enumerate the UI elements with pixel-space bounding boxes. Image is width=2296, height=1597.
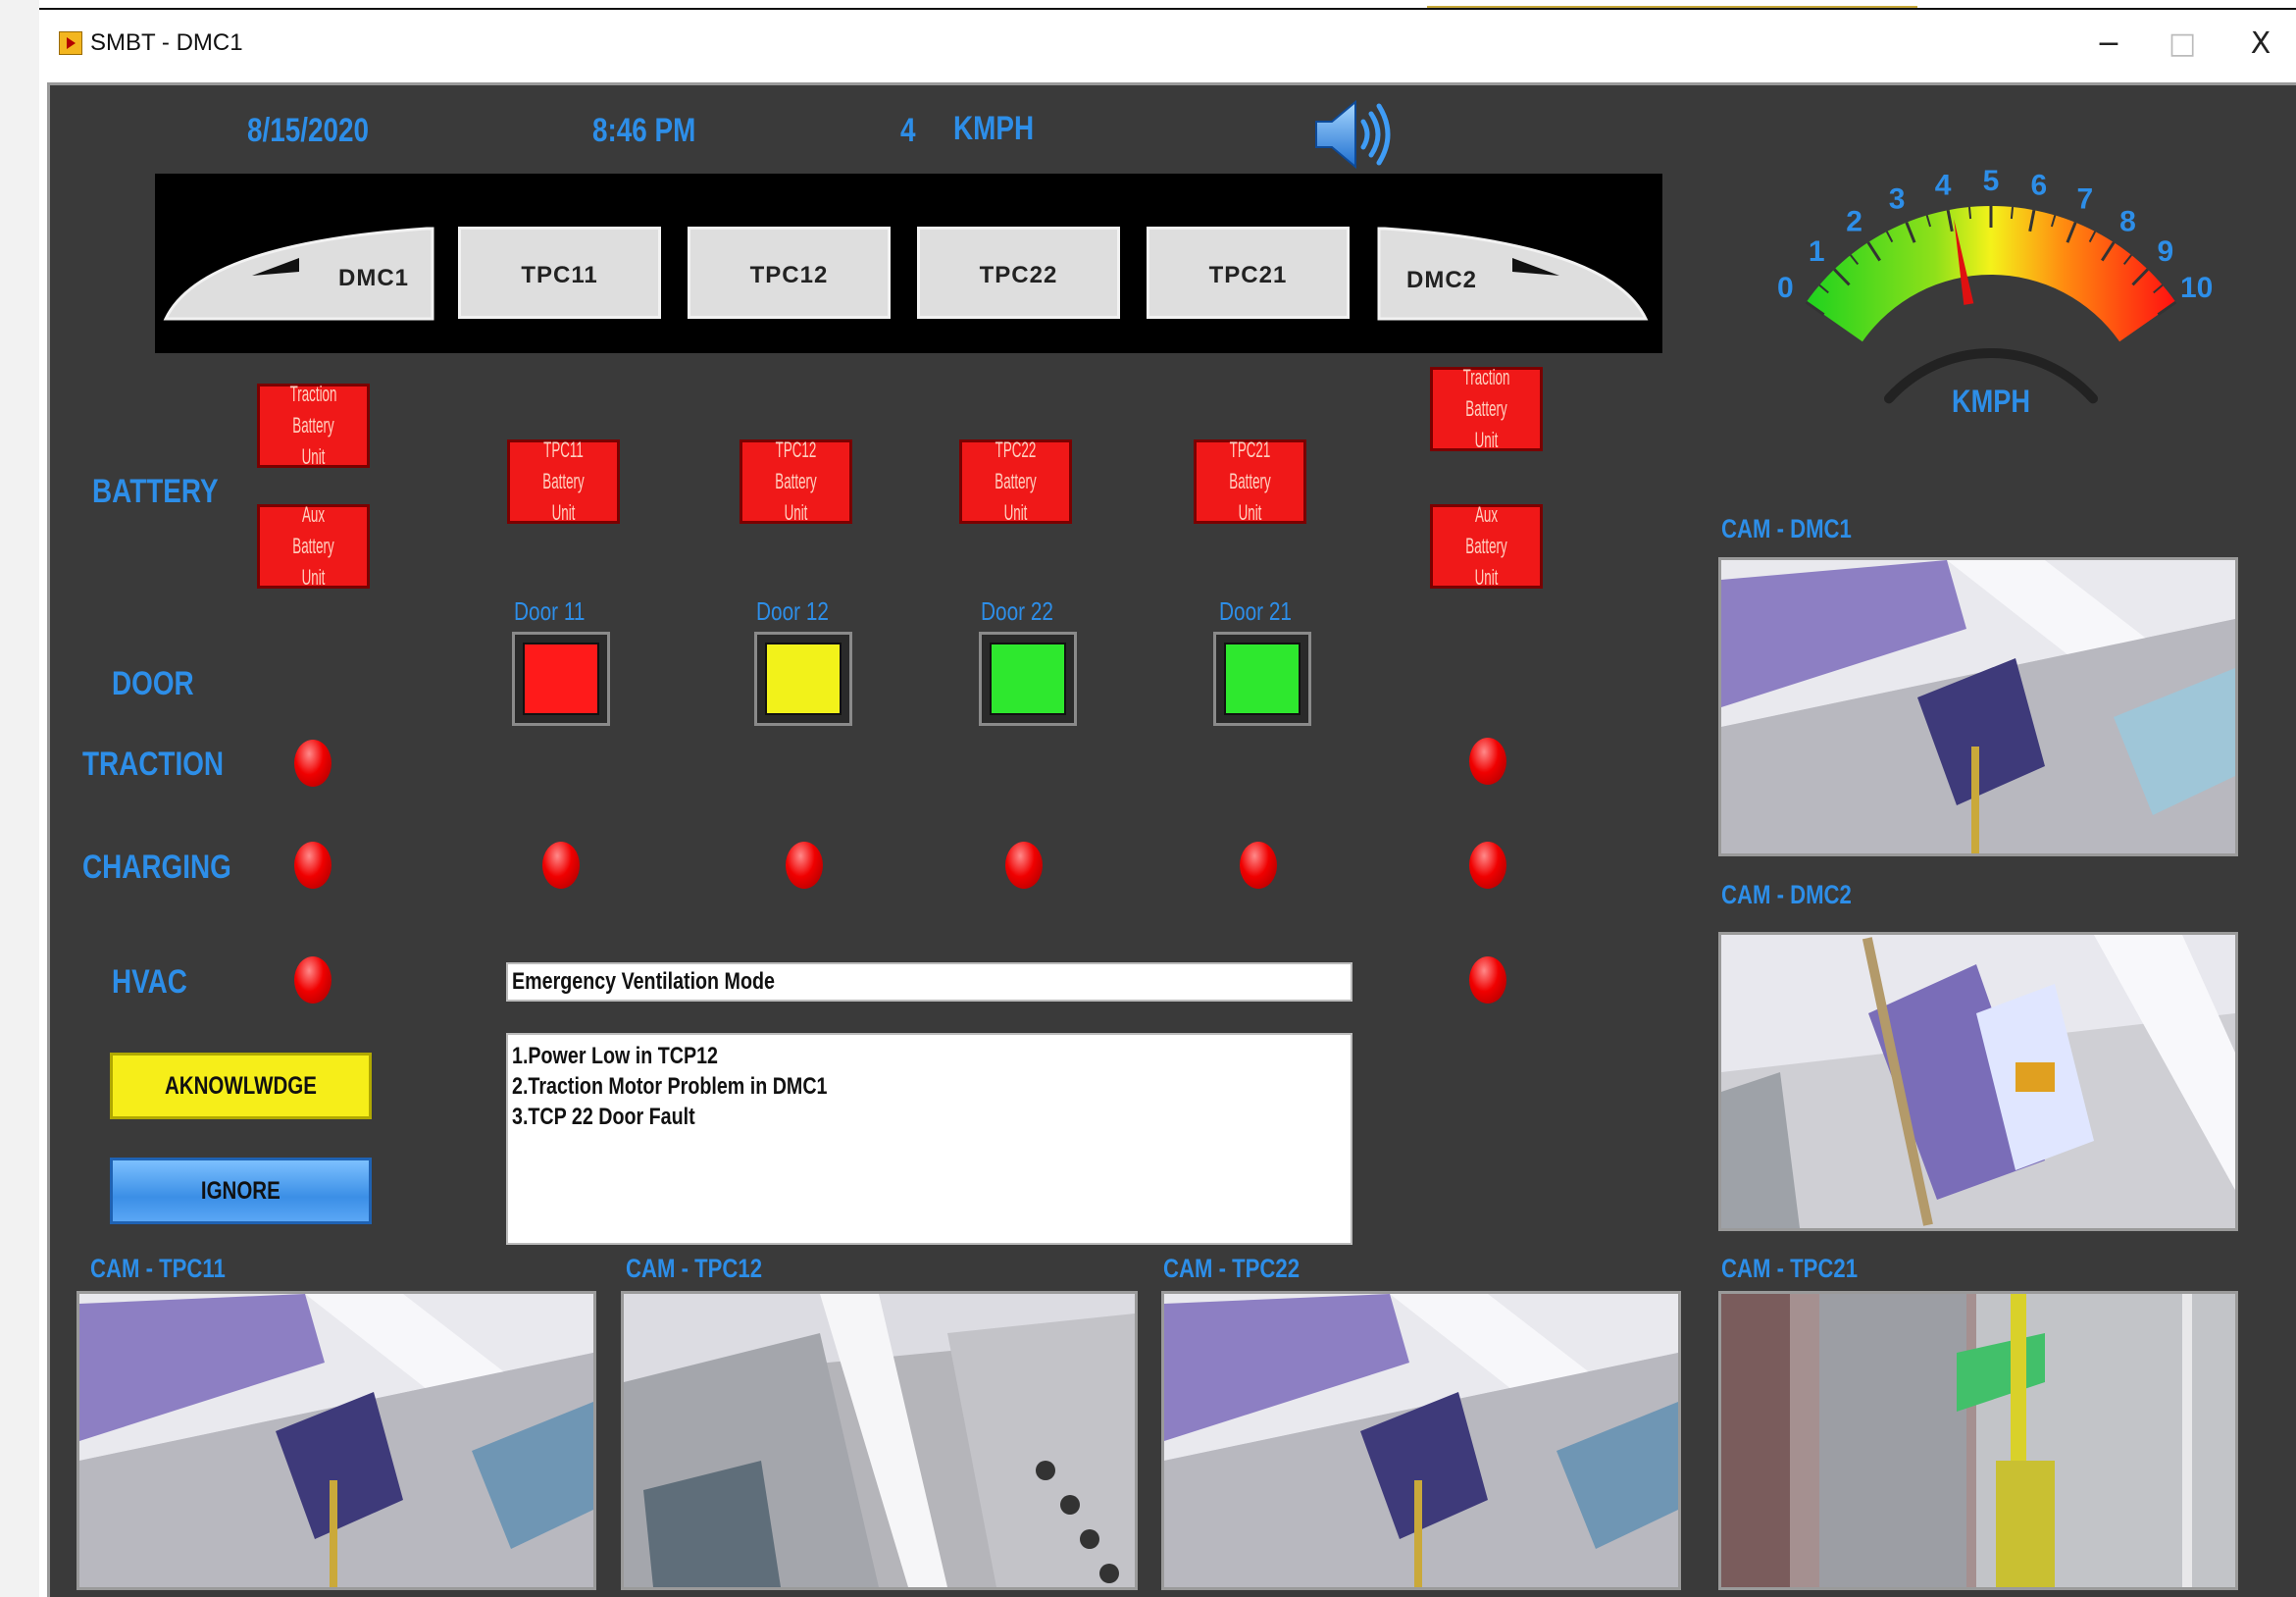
tpc21-charging-indicator bbox=[1240, 842, 1277, 889]
cam-tpc21-feed[interactable] bbox=[1718, 1291, 2238, 1590]
dmc2-traction-battery-button[interactable]: Traction Battery Unit bbox=[1430, 365, 1543, 452]
speed-unit: KMPH bbox=[953, 110, 1035, 147]
dmc1-charging-indicator bbox=[294, 842, 332, 889]
door-21-lamp bbox=[1224, 643, 1301, 715]
alarm-item: 2.Traction Motor Problem in DMC1 bbox=[512, 1073, 828, 1100]
cam-dmc1-feed[interactable] bbox=[1718, 557, 2238, 856]
gauge-unit-label: KMPH bbox=[1952, 385, 2030, 420]
gauge-tick-label: 6 bbox=[2031, 170, 2048, 202]
gauge-tick bbox=[1967, 206, 1972, 220]
gauge-tick-label: 1 bbox=[1809, 235, 1825, 268]
alarm-item: 3.TCP 22 Door Fault bbox=[512, 1104, 695, 1130]
door-21-label: Door 21 bbox=[1219, 596, 1292, 626]
cam-tpc22-label: CAM - TPC22 bbox=[1163, 1254, 1301, 1283]
tpc22-battery-button[interactable]: TPC22 Battery Unit bbox=[959, 438, 1072, 525]
time-display: 8:46 PM bbox=[592, 112, 696, 149]
gauge-tick-label: 0 bbox=[1777, 272, 1794, 304]
door-22-label: Door 22 bbox=[981, 596, 1053, 626]
gauge-tick-label: 9 bbox=[2157, 235, 2173, 268]
gauge-tick bbox=[2010, 206, 2015, 220]
tpc12-charging-indicator bbox=[786, 842, 823, 889]
window-title: SMBT - DMC1 bbox=[90, 29, 243, 56]
tpc11-charging-indicator bbox=[542, 842, 580, 889]
tpc12-battery-button[interactable]: TPC12 Battery Unit bbox=[740, 438, 852, 525]
mode-status-field: Emergency Ventilation Mode bbox=[506, 962, 1352, 1002]
door-11-label: Door 11 bbox=[514, 596, 586, 626]
charging-row-label: CHARGING bbox=[82, 849, 231, 886]
door-22-indicator[interactable] bbox=[979, 632, 1077, 726]
speaker-volume-icon[interactable] bbox=[1312, 94, 1395, 180]
tpc21-battery-button[interactable]: TPC21 Battery Unit bbox=[1194, 438, 1306, 525]
door-12-indicator[interactable] bbox=[754, 632, 852, 726]
dmc1-hvac-indicator bbox=[294, 956, 332, 1004]
cam-tpc11-feed[interactable] bbox=[77, 1291, 596, 1590]
speed-gauge: 0123 4 5 6 78910 KMPH bbox=[1777, 165, 2213, 420]
door-22-lamp bbox=[990, 643, 1066, 715]
car-dmc2[interactable]: DMC2 bbox=[1406, 267, 1477, 294]
door-11-indicator[interactable] bbox=[512, 632, 610, 726]
minimize-button[interactable]: − bbox=[2079, 22, 2138, 67]
hvac-row-label: HVAC bbox=[112, 963, 187, 1001]
alarm-list[interactable]: 1.Power Low in TCP12 2.Traction Motor Pr… bbox=[506, 1033, 1352, 1245]
car-tpc21[interactable]: TPC21 bbox=[1147, 227, 1350, 319]
alarm-item: 1.Power Low in TCP12 bbox=[512, 1043, 718, 1069]
dmc1-aux-battery-button[interactable]: Aux Battery Unit bbox=[257, 502, 370, 590]
gauge-tick-label: 5 bbox=[1983, 165, 2000, 197]
car-tpc12[interactable]: TPC12 bbox=[688, 227, 891, 319]
dmc1-traction-battery-button[interactable]: Traction Battery Unit bbox=[257, 382, 370, 469]
dmc2-hvac-indicator bbox=[1469, 956, 1506, 1004]
dmc2-traction-indicator bbox=[1469, 738, 1506, 785]
door-11-lamp bbox=[523, 643, 599, 715]
title-bar bbox=[39, 8, 2296, 82]
car-tpc11[interactable]: TPC11 bbox=[458, 227, 661, 319]
tpc11-battery-button[interactable]: TPC11 Battery Unit bbox=[507, 438, 620, 525]
maximize-button[interactable]: □ bbox=[2153, 22, 2212, 67]
cam-tpc11-label: CAM - TPC11 bbox=[90, 1254, 226, 1283]
battery-row-label: BATTERY bbox=[92, 473, 219, 510]
gauge-tick-label: 10 bbox=[2180, 272, 2213, 304]
dmc2-aux-battery-button[interactable]: Aux Battery Unit bbox=[1430, 502, 1543, 590]
car-dmc1[interactable]: DMC1 bbox=[338, 265, 409, 292]
speed-value: 4 bbox=[900, 112, 916, 149]
dmc1-traction-indicator bbox=[294, 740, 332, 787]
cam-tpc22-feed[interactable] bbox=[1161, 1291, 1681, 1590]
date-display: 8/15/2020 bbox=[247, 112, 370, 149]
traction-row-label: TRACTION bbox=[82, 746, 225, 783]
cam-dmc1-label: CAM - DMC1 bbox=[1721, 514, 1852, 543]
gauge-tick-label: 2 bbox=[1846, 205, 1862, 237]
cam-dmc2-feed[interactable] bbox=[1718, 932, 2238, 1231]
gauge-tick-label: 8 bbox=[2119, 205, 2136, 237]
desktop-strip bbox=[0, 0, 39, 1597]
door-row-label: DOOR bbox=[112, 665, 194, 702]
gauge-tick-label: 4 bbox=[1935, 170, 1952, 202]
cam-tpc12-feed[interactable] bbox=[621, 1291, 1138, 1590]
dmc2-charging-indicator bbox=[1469, 842, 1506, 889]
acknowledge-button[interactable]: AKNOWLWDGE bbox=[110, 1053, 372, 1119]
close-button[interactable]: X bbox=[2231, 22, 2290, 67]
door-21-indicator[interactable] bbox=[1213, 632, 1311, 726]
car-tpc22[interactable]: TPC22 bbox=[917, 227, 1120, 319]
door-12-lamp bbox=[765, 643, 842, 715]
cam-tpc12-label: CAM - TPC12 bbox=[626, 1254, 763, 1283]
tpc22-charging-indicator bbox=[1005, 842, 1043, 889]
gauge-tick-label: 7 bbox=[2077, 183, 2094, 216]
cam-dmc2-label: CAM - DMC2 bbox=[1721, 880, 1852, 909]
door-12-label: Door 12 bbox=[756, 596, 829, 626]
cam-tpc21-label: CAM - TPC21 bbox=[1721, 1254, 1859, 1283]
gauge-tick-label: 3 bbox=[1889, 183, 1906, 216]
app-icon bbox=[59, 31, 82, 55]
ignore-button[interactable]: IGNORE bbox=[110, 1158, 372, 1224]
